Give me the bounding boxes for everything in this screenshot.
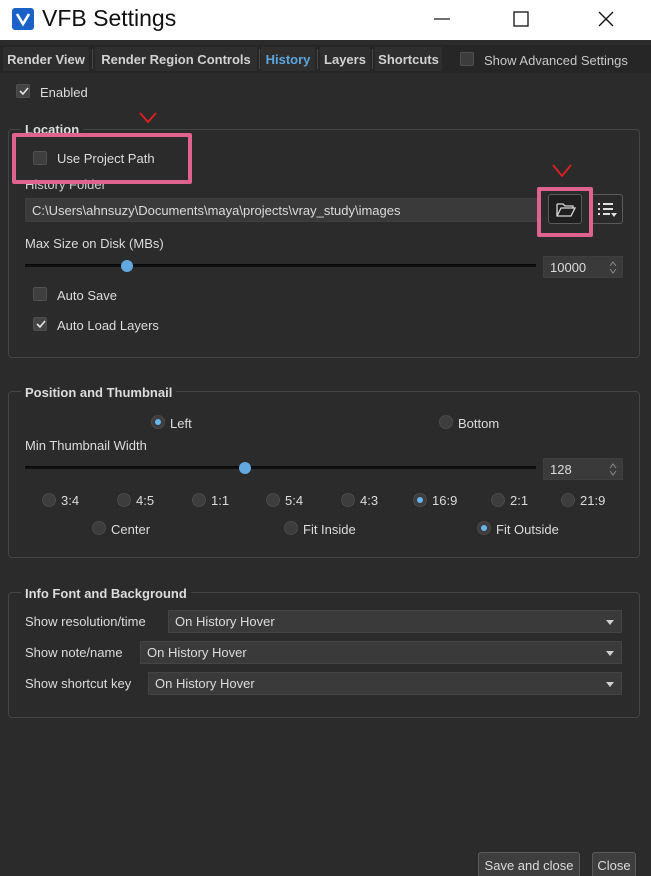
tab-history[interactable]: History bbox=[261, 47, 315, 71]
max-size-label: Max Size on Disk (MBs) bbox=[25, 236, 164, 251]
position-left-label: Left bbox=[170, 416, 192, 431]
position-group-title: Position and Thumbnail bbox=[21, 385, 177, 400]
annotation-checkmark-icon bbox=[552, 164, 572, 178]
spin-arrows-icon bbox=[609, 261, 617, 274]
show-shortcut-label: Show shortcut key bbox=[25, 676, 132, 691]
min-thumbnail-width-label: Min Thumbnail Width bbox=[25, 438, 147, 453]
spin-arrows-icon bbox=[609, 463, 617, 476]
fit-center-label: Center bbox=[111, 522, 151, 537]
folder-menu-button[interactable] bbox=[589, 194, 623, 224]
show-shortcut-select[interactable]: On History Hover bbox=[148, 672, 622, 695]
maximize-icon bbox=[513, 11, 529, 27]
list-menu-icon bbox=[598, 203, 617, 217]
fit-outside-label: Fit Outside bbox=[496, 522, 559, 537]
chevron-down-icon bbox=[606, 620, 614, 625]
history-folder-input[interactable]: C:\Users\ahnsuzy\Documents\maya\projects… bbox=[25, 198, 538, 222]
auto-load-layers-checkbox[interactable] bbox=[33, 317, 47, 331]
position-bottom-label: Bottom bbox=[458, 416, 500, 431]
fit-inside-label: Fit Inside bbox=[303, 522, 356, 537]
enabled-checkbox[interactable] bbox=[16, 84, 30, 98]
fit-inside-radio[interactable] bbox=[284, 521, 298, 535]
ratio-1-1-radio[interactable] bbox=[192, 493, 206, 507]
ratio-21-9-label: 21:9 bbox=[580, 493, 606, 508]
auto-save-checkbox[interactable] bbox=[33, 287, 47, 301]
ratio-2-1-radio[interactable] bbox=[491, 493, 505, 507]
ratio-4-5-label: 4:5 bbox=[136, 493, 155, 508]
fit-center-radio[interactable] bbox=[92, 521, 106, 535]
annotation-highlight-box bbox=[12, 133, 192, 184]
tab-divider bbox=[372, 49, 373, 69]
ratio-16-9-label: 16:9 bbox=[432, 493, 458, 508]
ratio-2-1-label: 2:1 bbox=[510, 493, 529, 508]
ratio-3-4-radio[interactable] bbox=[42, 493, 56, 507]
show-resolution-value: On History Hover bbox=[175, 614, 275, 629]
enabled-label: Enabled bbox=[40, 85, 88, 100]
checkmark-icon bbox=[19, 87, 29, 96]
ratio-4-3-radio[interactable] bbox=[341, 493, 355, 507]
max-size-spinbox[interactable]: 10000 bbox=[543, 256, 623, 278]
position-left-radio[interactable] bbox=[151, 415, 165, 429]
info-group-title: Info Font and Background bbox=[21, 586, 191, 601]
window-title: VFB Settings bbox=[42, 5, 177, 31]
position-bottom-radio[interactable] bbox=[439, 415, 453, 429]
max-size-slider[interactable] bbox=[25, 264, 536, 267]
ratio-21-9-radio[interactable] bbox=[561, 493, 575, 507]
close-icon bbox=[598, 11, 614, 27]
show-note-label: Show note/name bbox=[25, 645, 123, 660]
close-button[interactable]: Close bbox=[592, 852, 636, 876]
show-note-select[interactable]: On History Hover bbox=[140, 641, 622, 664]
ratio-1-1-label: 1:1 bbox=[211, 493, 230, 508]
chevron-down-icon bbox=[606, 682, 614, 687]
tab-divider bbox=[92, 49, 93, 69]
show-note-value: On History Hover bbox=[147, 645, 247, 660]
annotation-checkmark-icon bbox=[139, 112, 157, 124]
min-thumbnail-width-slider-handle[interactable] bbox=[238, 462, 251, 474]
ratio-16-9-radio[interactable] bbox=[413, 493, 427, 507]
ratio-4-3-label: 4:3 bbox=[360, 493, 379, 508]
checkmark-icon bbox=[36, 320, 46, 329]
max-size-value: 10000 bbox=[550, 260, 587, 275]
min-thumbnail-width-spinbox[interactable]: 128 bbox=[543, 458, 623, 480]
ratio-5-4-radio[interactable] bbox=[266, 493, 280, 507]
tab-render-view[interactable]: Render View bbox=[3, 47, 89, 71]
show-advanced-label: Show Advanced Settings bbox=[484, 53, 628, 68]
ratio-4-5-radio[interactable] bbox=[117, 493, 131, 507]
annotation-highlight-box bbox=[537, 187, 593, 237]
save-and-close-button[interactable]: Save and close bbox=[478, 852, 580, 876]
auto-load-layers-label: Auto Load Layers bbox=[57, 318, 159, 333]
tab-divider bbox=[259, 49, 260, 69]
minimize-button[interactable] bbox=[419, 0, 465, 38]
auto-save-label: Auto Save bbox=[57, 288, 117, 303]
fit-outside-radio[interactable] bbox=[477, 521, 491, 535]
tab-render-region-controls[interactable]: Render Region Controls bbox=[95, 47, 257, 71]
ratio-3-4-label: 3:4 bbox=[61, 493, 80, 508]
min-thumbnail-width-slider[interactable] bbox=[25, 466, 536, 469]
show-shortcut-value: On History Hover bbox=[155, 676, 255, 691]
close-window-button[interactable] bbox=[583, 0, 629, 38]
show-resolution-select[interactable]: On History Hover bbox=[168, 610, 622, 633]
ratio-5-4-label: 5:4 bbox=[285, 493, 304, 508]
tab-divider bbox=[317, 49, 318, 69]
tab-bar: Render View Render Region Controls Histo… bbox=[0, 45, 651, 73]
tab-shortcuts[interactable]: Shortcuts bbox=[375, 47, 442, 71]
vray-logo-icon bbox=[12, 8, 34, 30]
maximize-button[interactable] bbox=[498, 0, 544, 38]
min-thumbnail-width-value: 128 bbox=[550, 462, 572, 477]
show-resolution-label: Show resolution/time bbox=[25, 614, 146, 629]
minimize-icon bbox=[434, 18, 450, 20]
tab-layers[interactable]: Layers bbox=[320, 47, 370, 71]
title-bar: VFB Settings bbox=[0, 0, 651, 40]
chevron-down-icon bbox=[606, 651, 614, 656]
show-advanced-checkbox[interactable] bbox=[460, 52, 474, 66]
